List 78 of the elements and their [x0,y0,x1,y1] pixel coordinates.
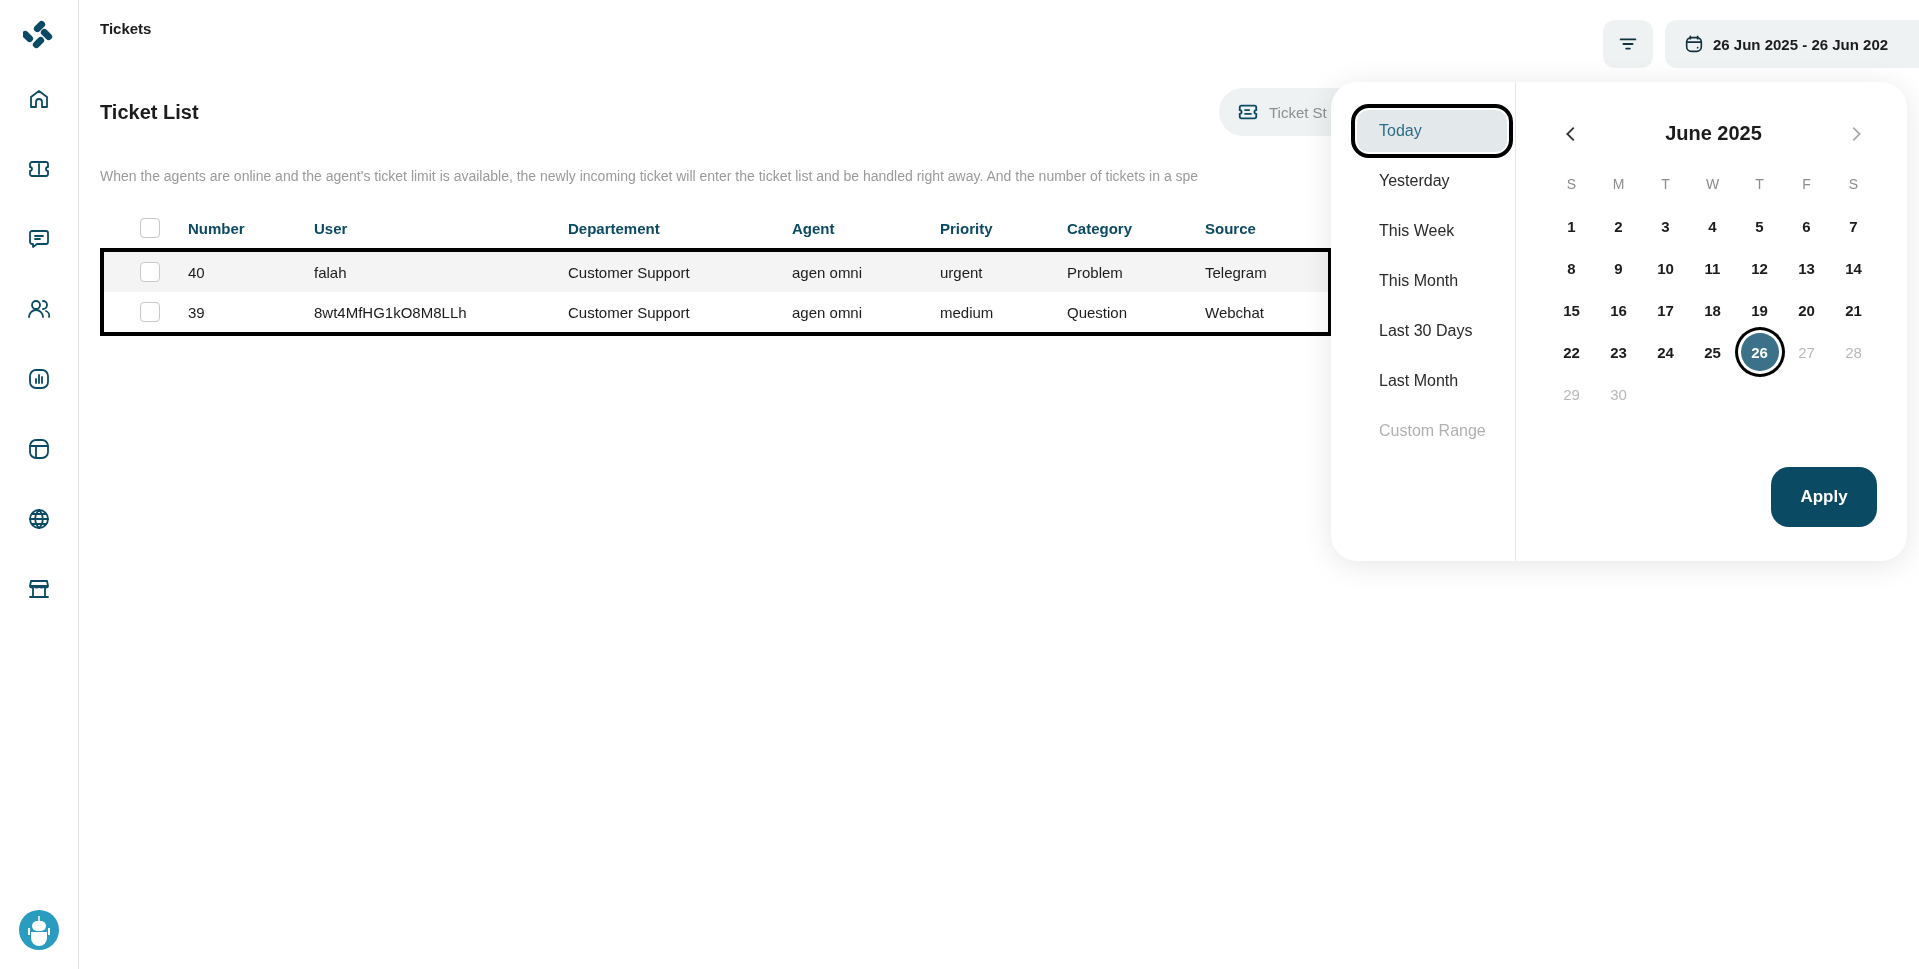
column-header[interactable]: Number [188,219,314,237]
table-cell-text: Question [1067,303,1129,321]
calendar-day[interactable]: 21 [1834,291,1873,329]
table-cell-text: Problem [1067,263,1124,281]
weekday-label: S [1848,176,1859,192]
users-icon[interactable] [27,297,51,321]
weekday-label: T [1661,176,1670,192]
weekday-label: T [1755,176,1764,192]
calendar-day[interactable]: 22 [1552,333,1591,371]
row-checkbox[interactable] [140,262,160,282]
table-cell-text: Customer Support [568,263,691,281]
globe-icon[interactable] [27,507,51,531]
description-text: When the agents are online and the agent's ticket limit is available, the newly incoming ticket will enter the ticket list and be handled right away. And the number of tickets in a spe [100,168,1199,184]
page-title: Tickets [100,20,152,37]
apply-button[interactable]: Apply [1771,467,1877,527]
calendar-day[interactable]: 13 [1787,249,1826,287]
calendar-day[interactable]: 9 [1599,249,1638,287]
preset-option[interactable]: Yesterday [1357,160,1507,202]
calendar-day[interactable]: 23 [1599,333,1638,371]
table-cell-text: agen omni [792,263,864,281]
calendar-day[interactable]: 20 [1787,291,1826,329]
calendar-day[interactable]: 18 [1693,291,1732,329]
section-title: Ticket List [100,100,199,124]
column-header[interactable]: Category [1067,219,1205,237]
table-cell-text: medium [940,303,995,321]
table-cell-text: 39 [188,303,206,321]
calendar-day[interactable]: 1 [1552,207,1591,245]
calendar-day[interactable]: 10 [1646,249,1685,287]
column-header[interactable]: Priority [940,219,1067,237]
chat-icon[interactable] [27,227,51,251]
column-header[interactable]: Departement [568,219,792,237]
filter-button[interactable] [1603,20,1653,68]
store-icon[interactable] [27,577,51,601]
table-cell-text: Customer Support [568,303,691,321]
calendar-icon [1683,33,1705,55]
calendar-day[interactable]: 17 [1646,291,1685,329]
preset-option[interactable]: Last Month [1357,360,1507,402]
table-cell-text: 40 [188,263,206,281]
preset-option[interactable]: This Week [1357,210,1507,252]
calendar-day[interactable]: 6 [1787,207,1826,245]
table-cell-text: falah [314,263,348,281]
calendar-day[interactable]: 16 [1599,291,1638,329]
layout-icon[interactable] [27,437,51,461]
logo-icon[interactable] [23,19,55,51]
calendar-day[interactable]: 15 [1552,291,1591,329]
weekday-label: S [1566,176,1577,192]
chart-icon[interactable] [27,367,51,391]
column-header[interactable]: User [314,219,568,237]
calendar-day[interactable]: 4 [1693,207,1732,245]
weekday-label: M [1612,176,1625,192]
column-header[interactable]: Source [1205,219,1315,237]
calendar-day[interactable]: 25 [1693,333,1732,371]
weekday-label: W [1705,176,1720,192]
table-cell-text: Webchat [1205,303,1265,321]
row-checkbox[interactable] [140,302,160,322]
calendar-day[interactable]: 19 [1740,291,1779,329]
table-cell-text: 8wt4MfHG1kO8M8LLh [314,303,468,321]
select-all-checkbox[interactable] [140,218,160,238]
calendar-day[interactable]: 12 [1740,249,1779,287]
calendar-day[interactable]: 24 [1646,333,1685,371]
bot-avatar-icon[interactable] [19,910,59,950]
preset-option[interactable]: This Month [1357,260,1507,302]
calendar-day[interactable]: 2 [1599,207,1638,245]
table-cell-text: agen omni [792,303,864,321]
calendar-day[interactable]: 11 [1693,249,1732,287]
table-cell-text: Telegram [1205,263,1268,281]
month-title: June 2025 [1665,122,1762,145]
column-header[interactable]: Agent [792,219,940,237]
calendar-day[interactable]: 3 [1646,207,1685,245]
date-range-button[interactable]: 26 Jun 2025 - 26 Jun 202 [1665,20,1919,68]
weekday-label: F [1802,176,1811,192]
calendar-day[interactable]: 5 [1740,207,1779,245]
calendar-day[interactable]: 14 [1834,249,1873,287]
table-cell-text: urgent [940,263,984,281]
preset-option[interactable]: Last 30 Days [1357,310,1507,352]
calendar-day[interactable]: 8 [1552,249,1591,287]
calendar-day[interactable]: 7 [1834,207,1873,245]
home-icon[interactable] [27,87,51,111]
